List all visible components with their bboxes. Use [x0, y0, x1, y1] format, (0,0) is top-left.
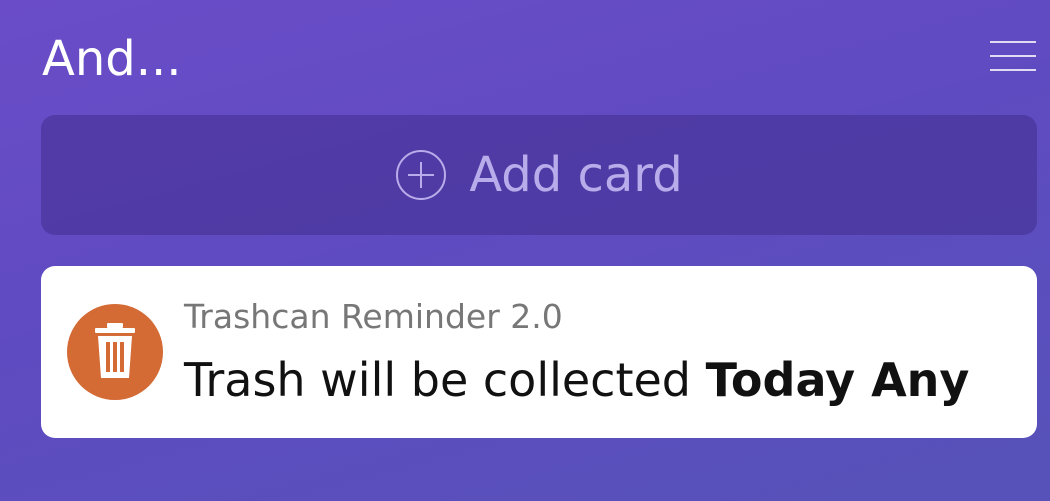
menu-line: [990, 69, 1036, 71]
header: And...: [0, 0, 1050, 110]
plus-circle-icon: [396, 150, 447, 200]
hamburger-menu-icon[interactable]: [986, 38, 1038, 74]
menu-line: [990, 41, 1036, 43]
notification-message-emphasis: Today Any: [705, 353, 970, 407]
notification-message: Trash will be collected Today Any: [184, 352, 969, 408]
menu-line: [990, 55, 1036, 57]
add-card-label: Add card: [469, 147, 683, 203]
add-card-button[interactable]: Add card: [41, 115, 1037, 235]
notification-card[interactable]: Trashcan Reminder 2.0 Trash will be coll…: [41, 266, 1037, 438]
trash-icon: [95, 323, 135, 378]
notification-app-name: Trashcan Reminder 2.0: [184, 297, 563, 336]
section-title: And...: [42, 31, 182, 87]
notification-message-text: Trash will be collected: [184, 353, 706, 407]
app-icon: [67, 304, 163, 400]
